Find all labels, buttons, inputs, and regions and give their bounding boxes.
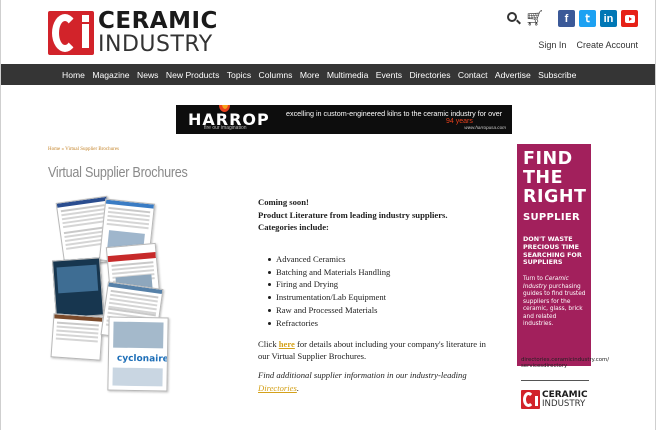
main-content: Coming soon! Product Literature from lea… [258,196,488,395]
ad-headline-right: RIGHT [523,187,587,207]
brochure-thumb [50,313,104,361]
list-item: Firing and Drying [268,278,488,291]
harrop-banner-ad[interactable]: HARROP fire our imagination excelling in… [176,105,512,134]
twitter-icon[interactable]: 𝗍 [579,10,596,27]
ad-body: Turn to Ceramic Industry purchasing guid… [523,276,587,329]
facebook-icon[interactable]: f [558,10,575,27]
list-item: Batching and Materials Handling [268,266,488,279]
nav-item-more[interactable]: More [300,70,320,80]
goto-url[interactable]: directories.ceramicindustry.com/ service… [521,357,609,370]
brochure-thumb [52,257,104,319]
nav-item-columns[interactable]: Columns [259,70,293,80]
sign-in-link[interactable]: Sign In [538,40,566,50]
site-logo[interactable]: CERAMIC INDUSTRY [48,10,218,56]
sidebar-logo: CERAMIC INDUSTRY [521,390,588,409]
ci-logo-icon [521,390,540,409]
goto-label: GO TO: [521,348,548,356]
brochure-collage-image: cyclonaire [50,195,180,394]
site-header: CERAMIC INDUSTRY 🛒︎ f 𝗍 in Sign In Creat… [0,0,656,64]
banner-message: excelling in custom-engineered kilns to … [286,109,503,118]
ad-supplier: SUPPLIER [523,212,581,223]
list-item: Advanced Ceramics [268,253,488,266]
divider [521,380,589,381]
goto-block: GO TO: directories.ceramicindustry.com/ … [521,348,609,370]
search-icon[interactable] [506,11,521,26]
nav-item-multimedia[interactable]: Multimedia [327,70,369,80]
list-item: Raw and Processed Materials [268,304,488,317]
ad-dont-waste: DON'T WASTE PRECIOUS TIME SEARCHING FOR … [523,235,582,267]
details-paragraph: Click here for details about including y… [258,338,488,364]
here-link[interactable]: here [279,339,295,349]
nav-item-advertise[interactable]: Advertise [495,70,531,80]
intro-product-literature: Product Literature from leading industry… [258,209,448,220]
account-links: Sign In Create Account [528,40,638,50]
nav-item-subscribe[interactable]: Subscribe [538,70,576,80]
logo-wordmark: CERAMIC INDUSTRY [98,10,218,56]
logo-line1: CERAMIC [98,8,218,34]
nav-item-directories[interactable]: Directories [409,70,450,80]
linkedin-icon[interactable]: in [600,10,617,27]
directories-text-before: Find additional supplier information in … [258,370,467,381]
header-icons: 🛒︎ f 𝗍 in [506,10,638,27]
nav-item-topics[interactable]: Topics [227,70,251,80]
ad-headline: FIND THE RIGHT [523,150,586,207]
ad-body-after: purchasing guides to find trusted suppli… [523,283,586,328]
directories-text-after: . [296,382,299,393]
intro-categories-heading: Categories include: [258,222,329,233]
breadcrumb[interactable]: Home » Virtual Supplier Brochures [48,147,119,152]
ad-headline-the: THE [523,168,564,188]
list-item: Instrumentation/Lab Equipment [268,291,488,304]
banner-years: 94 years [446,118,473,125]
ad-body-before: Turn to [523,276,545,282]
directories-link[interactable]: Directories [258,383,297,393]
youtube-icon[interactable] [621,10,638,27]
details-text-before: Click [258,338,279,349]
nav-item-events[interactable]: Events [376,70,402,80]
nav-item-new-products[interactable]: New Products [166,70,220,80]
brochure-thumb: cyclonaire [107,316,169,392]
nav-item-news[interactable]: News [137,70,159,80]
ad-headline-find: FIND [523,149,573,169]
banner-url: www.harropusa.com [464,125,506,130]
nav-item-contact[interactable]: Contact [458,70,488,80]
nav-item-magazine[interactable]: Magazine [92,70,129,80]
cart-icon[interactable]: 🛒︎ [525,11,544,26]
list-item: Refractories [268,317,488,330]
main-nav: Home Magazine News New Products Topics C… [1,64,655,85]
category-list: Advanced Ceramics Batching and Materials… [268,253,488,330]
find-supplier-ad[interactable]: FIND THE RIGHT SUPPLIER DON'T WASTE PREC… [517,144,591,366]
sidebar-logo-line2: INDUSTRY [542,398,586,409]
intro-text: Coming soon! Product Literature from lea… [258,196,488,234]
ci-logo-icon [48,11,94,55]
create-account-link[interactable]: Create Account [576,40,638,50]
page-title: Virtual Supplier Brochures [48,164,188,181]
banner-tagline: fire our imagination [204,125,247,131]
intro-coming-soon: Coming soon! [258,197,309,207]
nav-item-home[interactable]: Home [62,70,85,80]
sidebar-logo-wordmark: CERAMIC INDUSTRY [542,390,588,409]
logo-line2: INDUSTRY [98,32,213,57]
directories-paragraph: Find additional supplier information in … [258,369,488,395]
